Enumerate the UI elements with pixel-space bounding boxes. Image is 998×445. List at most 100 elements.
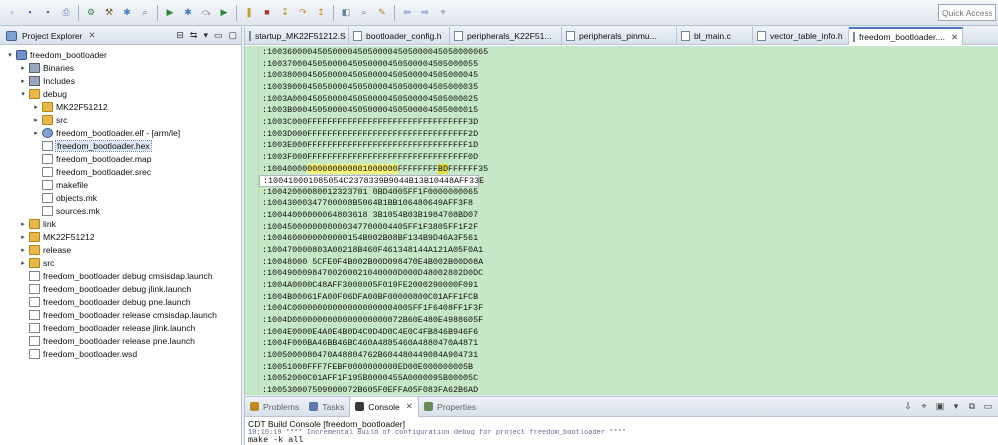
- collapsed-arrow-icon[interactable]: ▸: [32, 103, 40, 111]
- collapsed-arrow-icon[interactable]: ▸: [19, 233, 27, 241]
- tree-item[interactable]: freedom_bootloader release cmsisdap.laun…: [0, 308, 217, 321]
- editor-tab[interactable]: bootloader_config.h: [349, 27, 450, 45]
- file-icon: [29, 283, 40, 294]
- tree-item[interactable]: ▸ release: [0, 243, 71, 256]
- editor-tab[interactable]: peripherals_K22F51...: [450, 27, 562, 45]
- file-icon: [42, 166, 53, 177]
- hex-line: :10048000 5CFE0F4B002B00D098470E4B002B00…: [262, 256, 484, 267]
- editor-gutter: [245, 46, 259, 395]
- resume-icon[interactable]: ▶: [217, 6, 231, 20]
- collapsed-arrow-icon[interactable]: ▸: [19, 64, 27, 72]
- tree-item[interactable]: sources.mk: [0, 204, 100, 217]
- tree-item[interactable]: freedom_bootloader.map: [0, 152, 152, 165]
- tree-item-label: freedom_bootloader debug jlink.launch: [43, 283, 192, 294]
- console-title: CDT Build Console [freedom_bootloader]: [248, 419, 406, 429]
- tree-item[interactable]: makefile: [0, 178, 88, 191]
- folder-icon: [42, 101, 53, 112]
- build-icon[interactable]: ⚙: [84, 6, 98, 20]
- collapsed-arrow-icon[interactable]: ▸: [19, 246, 27, 254]
- editor-tab[interactable]: bl_main.c: [677, 27, 753, 45]
- console-tab[interactable]: Console ✕: [349, 396, 419, 417]
- problems-icon: [250, 402, 259, 411]
- close-icon[interactable]: ✕: [88, 30, 95, 41]
- tree-item[interactable]: freedom_bootloader debug pne.launch: [0, 295, 191, 308]
- expanded-arrow-icon[interactable]: ▾: [19, 90, 27, 98]
- collapsed-arrow-icon[interactable]: ▸: [32, 116, 40, 124]
- annotation-icon[interactable]: ✎: [375, 6, 389, 20]
- hex-segment: :10040000: [262, 163, 308, 174]
- tree-item[interactable]: freedom_bootloader debug jlink.launch: [0, 282, 191, 295]
- save-all-icon[interactable]: ▪: [41, 6, 55, 20]
- tree-item[interactable]: freedom_bootloader.hex: [0, 139, 152, 152]
- search-files-icon[interactable]: ⌕: [357, 6, 371, 20]
- step-return-icon[interactable]: ↥: [314, 6, 328, 20]
- skip-icon[interactable]: ⤼: [199, 6, 213, 20]
- step-over-icon[interactable]: ↷: [296, 6, 310, 20]
- tree-item[interactable]: ▾ debug: [0, 87, 67, 100]
- save-icon[interactable]: ▪: [23, 6, 37, 20]
- tree-item[interactable]: objects.mk: [0, 191, 97, 204]
- open-console-icon[interactable]: ⧉: [966, 401, 978, 413]
- file-icon: [42, 153, 53, 164]
- back-icon[interactable]: ⇦: [400, 6, 414, 20]
- tree-item[interactable]: ▾ freedom_bootloader: [0, 48, 107, 61]
- print-icon[interactable]: ⎙: [59, 6, 73, 20]
- tree-item[interactable]: ▸ link: [0, 217, 56, 230]
- step-into-icon[interactable]: ↧: [278, 6, 292, 20]
- tree-item-label: freedom_bootloader debug pne.launch: [43, 296, 191, 307]
- hammer-icon[interactable]: ⚒: [102, 6, 116, 20]
- close-icon[interactable]: ✕: [406, 401, 413, 412]
- pin-icon[interactable]: ⌖: [436, 6, 450, 20]
- collapsed-arrow-icon[interactable]: ▸: [19, 259, 27, 267]
- debug-icon[interactable]: ✱: [120, 6, 134, 20]
- tree-item[interactable]: freedom_bootloader.srec: [0, 165, 151, 178]
- toolbar-separator: [157, 4, 158, 21]
- run-icon[interactable]: ▶: [163, 6, 177, 20]
- new-icon[interactable]: ▫: [5, 6, 19, 20]
- editor-tab[interactable]: vector_table_info.h: [753, 27, 849, 45]
- link-editor-icon[interactable]: ⇆: [190, 30, 198, 41]
- minimize-icon[interactable]: ▭: [982, 401, 994, 413]
- minimize-icon[interactable]: ▭: [214, 30, 223, 41]
- new-console-icon[interactable]: ▾: [950, 401, 962, 413]
- console-tab[interactable]: Problems: [245, 397, 304, 417]
- forward-icon[interactable]: ⇨: [418, 6, 432, 20]
- tree-item[interactable]: freedom_bootloader release pne.launch: [0, 334, 195, 347]
- tree-item[interactable]: ▸ MK22F51212: [0, 230, 95, 243]
- open-type-icon[interactable]: ◧: [339, 6, 353, 20]
- editor-tab[interactable]: peripherals_pinmu...: [562, 27, 677, 45]
- tree-item[interactable]: ▸ MK22F51212: [0, 100, 108, 113]
- tree-item[interactable]: ▸ freedom_bootloader.elf - [arm/le]: [0, 126, 180, 139]
- tree-item[interactable]: ▸ Includes: [0, 74, 75, 87]
- terminate-icon[interactable]: ■: [260, 6, 274, 20]
- view-menu-icon[interactable]: ▾: [203, 30, 208, 41]
- collapsed-arrow-icon[interactable]: ▸: [19, 77, 27, 85]
- hex-segment: 000000000001000000: [307, 163, 398, 174]
- search-icon[interactable]: ⌕: [138, 6, 152, 20]
- console-tab[interactable]: Properties: [419, 397, 481, 417]
- pin-console-icon[interactable]: ⌖: [918, 401, 930, 413]
- tree-item[interactable]: ▸ src: [0, 256, 54, 269]
- scroll-lock-icon[interactable]: ⇩: [902, 401, 914, 413]
- display-console-icon[interactable]: ▣: [934, 401, 946, 413]
- collapsed-arrow-icon[interactable]: ▸: [32, 129, 40, 137]
- editor-tab[interactable]: freedom_bootloader.... ✕: [849, 27, 963, 45]
- tree-item-label: freedom_bootloader.elf - [arm/le]: [56, 127, 181, 138]
- tree-item[interactable]: freedom_bootloader.wsd: [0, 347, 137, 360]
- tree-item[interactable]: freedom_bootloader release jlink.launch: [0, 321, 195, 334]
- tree-item[interactable]: freedom_bootloader debug cmsisdap.launch: [0, 269, 213, 282]
- expanded-arrow-icon[interactable]: ▾: [6, 51, 14, 59]
- debug-run-icon[interactable]: ✱: [181, 6, 195, 20]
- collapsed-arrow-icon[interactable]: ▸: [19, 220, 27, 228]
- collapse-all-icon[interactable]: ⊟: [176, 30, 184, 41]
- tree-item[interactable]: ▸ Binaries: [0, 61, 74, 74]
- toolbar-separator: [78, 4, 79, 21]
- tree-item[interactable]: ▸ src: [0, 113, 67, 126]
- quick-access-input[interactable]: [938, 4, 996, 21]
- console-tab[interactable]: Tasks: [304, 397, 349, 417]
- close-icon[interactable]: ✕: [951, 32, 958, 43]
- hex-editor-content[interactable]: :100360000450500004505000045050000450500…: [245, 46, 998, 395]
- editor-tab[interactable]: startup_MK22F51212.S: [245, 27, 349, 45]
- maximize-icon[interactable]: ▢: [228, 30, 237, 41]
- suspend-icon[interactable]: ❚: [242, 6, 256, 20]
